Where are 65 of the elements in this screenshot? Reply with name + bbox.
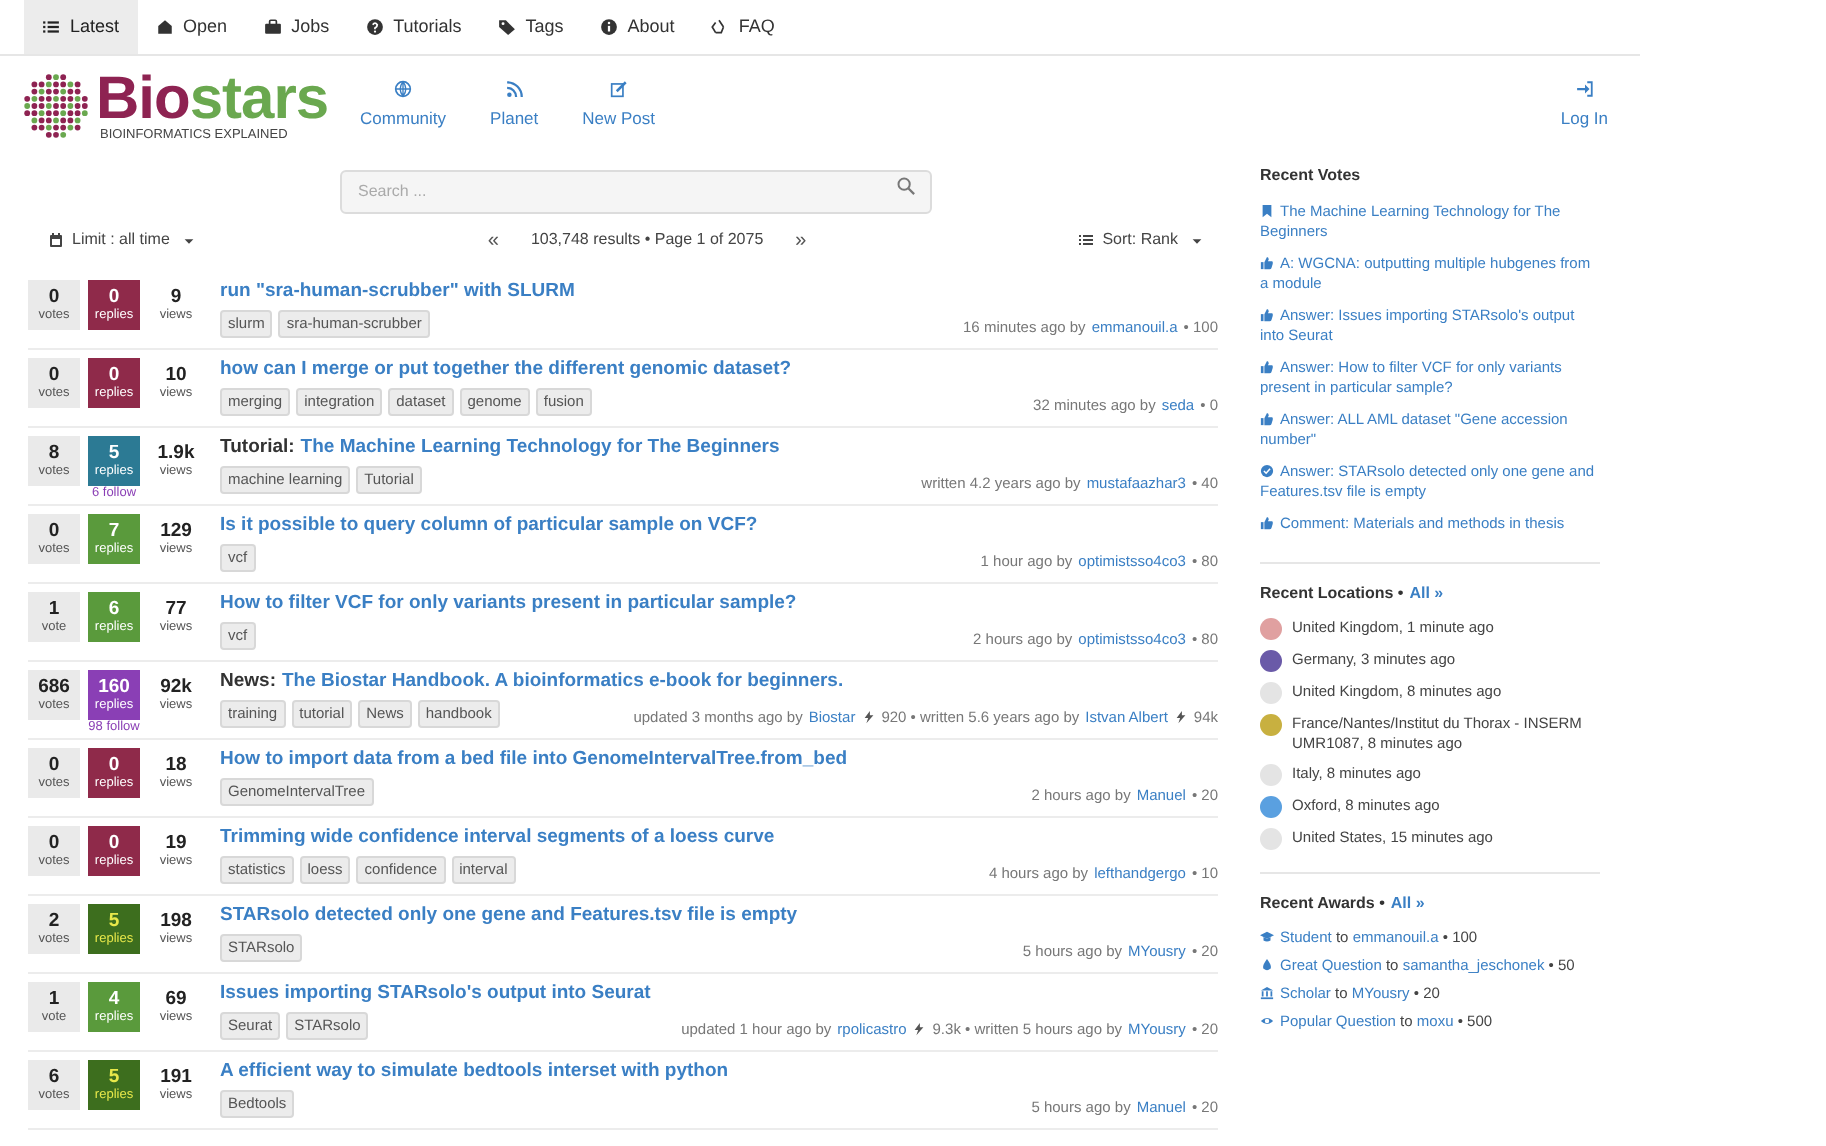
- post-title-link[interactable]: how can I merge or put together the different genomic dataset?: [220, 358, 792, 382]
- thumbs-up-icon: [1260, 360, 1274, 374]
- section-heading: Recent Awards •: [1260, 892, 1385, 916]
- list-icon: [42, 18, 60, 36]
- post-title-link[interactable]: Trimming wide confidence interval segments of a loess curve: [220, 826, 775, 850]
- nav-tab[interactable]: Latest: [24, 0, 138, 54]
- post-title-link[interactable]: How to filter VCF for only variants present in particular sample?: [220, 592, 797, 616]
- post-title-link[interactable]: Issues importing STARsolo's output into Seurat: [220, 982, 651, 1006]
- login-link[interactable]: Log In: [1560, 80, 1608, 132]
- search-icon: [896, 176, 916, 196]
- post-category: News:: [220, 670, 276, 694]
- eye-icon: [1260, 1014, 1274, 1028]
- check-circle-icon: [1260, 464, 1274, 478]
- next-page-link[interactable]: »: [795, 225, 807, 255]
- nav-tab[interactable]: Open: [137, 0, 246, 54]
- question-icon: [365, 18, 384, 36]
- post-title-link[interactable]: Is it possible to query column of particular sample on VCF?: [220, 514, 758, 538]
- post-title-link[interactable]: The Machine Learning Technology for The Beginners: [300, 436, 780, 460]
- post-title-link[interactable]: How to import data from a bed file into GenomeIntervalTree.from_bed: [220, 748, 848, 772]
- thumbs-up-icon: [1260, 308, 1274, 322]
- nav-tab[interactable]: Tags: [479, 0, 582, 54]
- header-link[interactable]: New Post: [582, 80, 656, 132]
- sign-in-icon: [1575, 80, 1594, 99]
- thumbs-up-icon: [1260, 256, 1274, 270]
- sort-dropdown[interactable]: Sort: Rank: [1078, 228, 1204, 252]
- post-title-link[interactable]: A efficient way to simulate bedtools interset with python: [220, 1060, 729, 1084]
- all-link[interactable]: All »: [1409, 582, 1444, 606]
- list-icon: [1078, 232, 1095, 248]
- section-heading: Recent Locations •: [1260, 582, 1404, 606]
- rss-icon: [505, 80, 524, 99]
- nav-tab[interactable]: FAQ: [692, 0, 793, 54]
- bank-icon: [1260, 986, 1274, 1000]
- header-link[interactable]: Planet: [490, 80, 539, 132]
- globe-icon: [394, 80, 413, 99]
- bolt-icon: [861, 707, 876, 726]
- thumbs-up-icon: [1260, 412, 1274, 426]
- search-field[interactable]: Search ...: [340, 169, 932, 213]
- all-link[interactable]: All »: [1390, 892, 1425, 916]
- bookmark-icon: [1260, 204, 1274, 218]
- thumbs-up-icon: [1260, 516, 1274, 530]
- briefcase-icon: [263, 18, 282, 36]
- section-heading: Recent Votes: [1260, 164, 1363, 188]
- edit-icon: [609, 80, 628, 99]
- post-title-link[interactable]: The Biostar Handbook. A bioinformatics e-book for beginners.: [281, 670, 844, 694]
- info-icon: [599, 18, 618, 36]
- limit-dropdown[interactable]: Limit : all time: [48, 228, 196, 252]
- tag-icon: [497, 18, 516, 36]
- results-summary: 103,748 results • Page 1 of 2075: [530, 228, 764, 252]
- bolt-icon: [912, 1019, 927, 1038]
- nav-tab[interactable]: Jobs: [245, 0, 348, 54]
- globe-logo-icon: [20, 70, 92, 142]
- nav-tab[interactable]: About: [581, 0, 693, 54]
- post-title-link[interactable]: STARsolo detected only one gene and Features.tsv file is empty: [220, 904, 798, 928]
- header-link[interactable]: Community: [360, 80, 447, 132]
- bolt-icon: [1173, 707, 1188, 726]
- graduation-cap-icon: [1260, 930, 1274, 944]
- post-title-link[interactable]: run "sra-human-scrubber" with SLURM: [220, 280, 575, 304]
- nav-tab[interactable]: Tutorials: [347, 0, 480, 54]
- previous-page-link[interactable]: «: [487, 225, 499, 255]
- logo-wordmark: Biostars: [96, 69, 329, 130]
- post-category: Tutorial:: [220, 436, 295, 460]
- caret-icon: [181, 233, 196, 247]
- calendar-icon: [48, 232, 64, 248]
- caret-icon: [1190, 233, 1204, 247]
- drop-icon: [1260, 958, 1274, 972]
